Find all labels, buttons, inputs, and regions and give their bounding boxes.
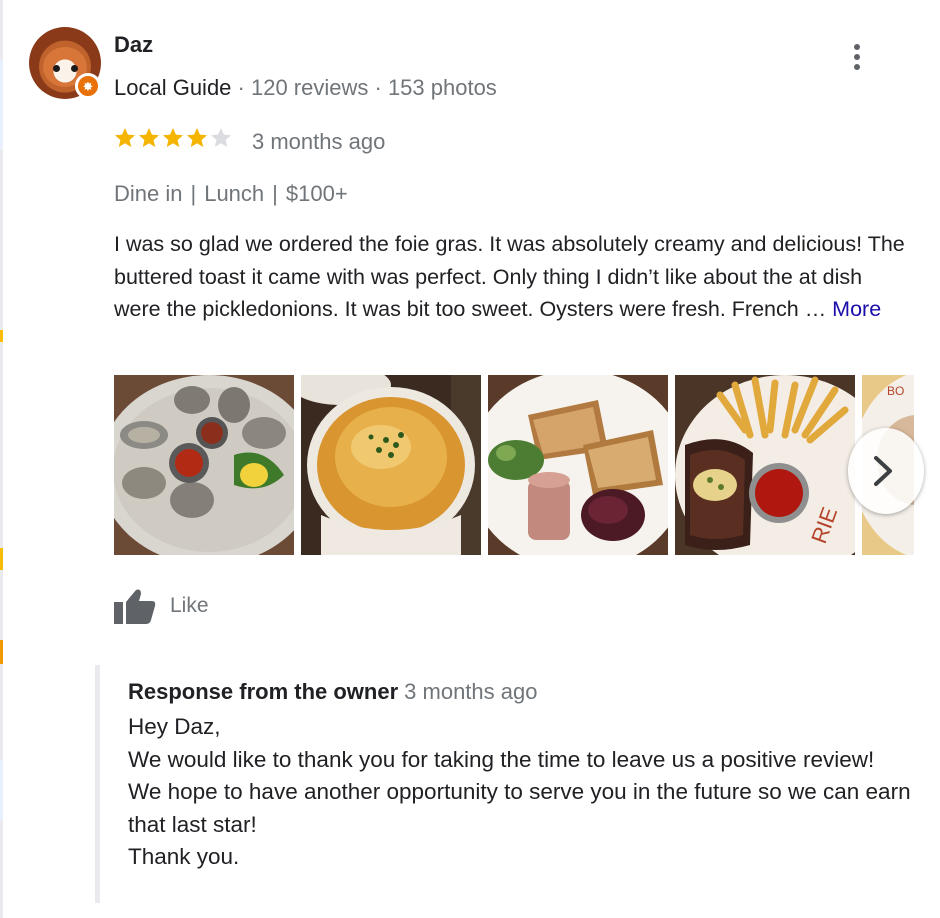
photo-oysters[interactable]: [114, 375, 294, 555]
review-text: I was so glad we ordered the foie gras. …: [114, 228, 914, 326]
owner-response-body: Hey Daz, We would like to thank you for …: [128, 711, 918, 874]
photo-steak-frites[interactable]: RIE: [675, 375, 855, 555]
review-count: 120 reviews: [250, 75, 369, 100]
meta-separator: ·: [231, 75, 251, 100]
svg-text:BO: BO: [887, 384, 904, 398]
star-filled-icon: [139, 128, 159, 147]
oysters-photo-icon: [114, 375, 294, 555]
chevron-right-icon: [874, 456, 892, 486]
thumbs-up-icon: [114, 589, 156, 624]
star-empty-icon: [211, 128, 231, 147]
left-edge-strip: [0, 0, 3, 918]
owner-response-line: We would like to thank you for taking th…: [128, 746, 875, 772]
like-button[interactable]: Like: [114, 588, 209, 624]
reviewer-meta: Local Guide · 120 reviews · 153 photos: [114, 75, 497, 101]
tag-separator: |: [190, 181, 197, 206]
like-label: Like: [170, 594, 209, 617]
tag-dine-in: Dine in: [114, 181, 183, 206]
owner-response-header: Response from the owner 3 months ago: [128, 679, 537, 705]
foie-gras-toast-photo-icon: [488, 375, 668, 555]
tag-separator: |: [272, 181, 278, 206]
meta-separator: ·: [368, 75, 388, 100]
more-link[interactable]: More: [832, 297, 881, 321]
steak-frites-photo-icon: RIE: [675, 375, 855, 555]
review-date: 3 months ago: [252, 129, 386, 154]
photo-strip: RIE BO: [114, 375, 914, 555]
more-options-icon[interactable]: [843, 40, 871, 74]
photo-onion-soup[interactable]: [301, 375, 481, 555]
owner-response-date: 3 months ago: [404, 679, 538, 704]
onion-soup-photo-icon: [301, 375, 481, 555]
photos-next-button[interactable]: [848, 428, 924, 514]
local-guide-badge-icon: ✸: [75, 73, 101, 99]
star-filled-icon: [115, 128, 135, 147]
star-filled-icon: [187, 128, 207, 147]
reviewer-name[interactable]: Daz: [114, 32, 153, 58]
owner-response: Response from the owner 3 months ago Hey …: [95, 665, 915, 903]
star-filled-icon: [163, 128, 183, 147]
owner-response-line: Hey Daz,: [128, 714, 221, 739]
local-guide-label[interactable]: Local Guide: [114, 75, 231, 100]
tag-lunch: Lunch: [204, 181, 265, 206]
review-tags: Dine in | Lunch | $100+: [114, 181, 348, 207]
owner-response-title: Response from the owner: [128, 679, 399, 704]
avatar-eye-right: [71, 65, 78, 72]
review-body: I was so glad we ordered the foie gras. …: [114, 232, 905, 321]
tag-price: $100+: [285, 181, 348, 206]
owner-response-line: We hope to have another opportunity to s…: [128, 779, 911, 837]
avatar-eye-left: [53, 65, 60, 72]
photo-foie-gras[interactable]: [488, 375, 668, 555]
reviewer-avatar[interactable]: ✸: [29, 27, 101, 99]
star-rating: [113, 126, 233, 150]
photo-count: 153 photos: [387, 75, 497, 100]
owner-response-line: Thank you.: [128, 844, 240, 870]
